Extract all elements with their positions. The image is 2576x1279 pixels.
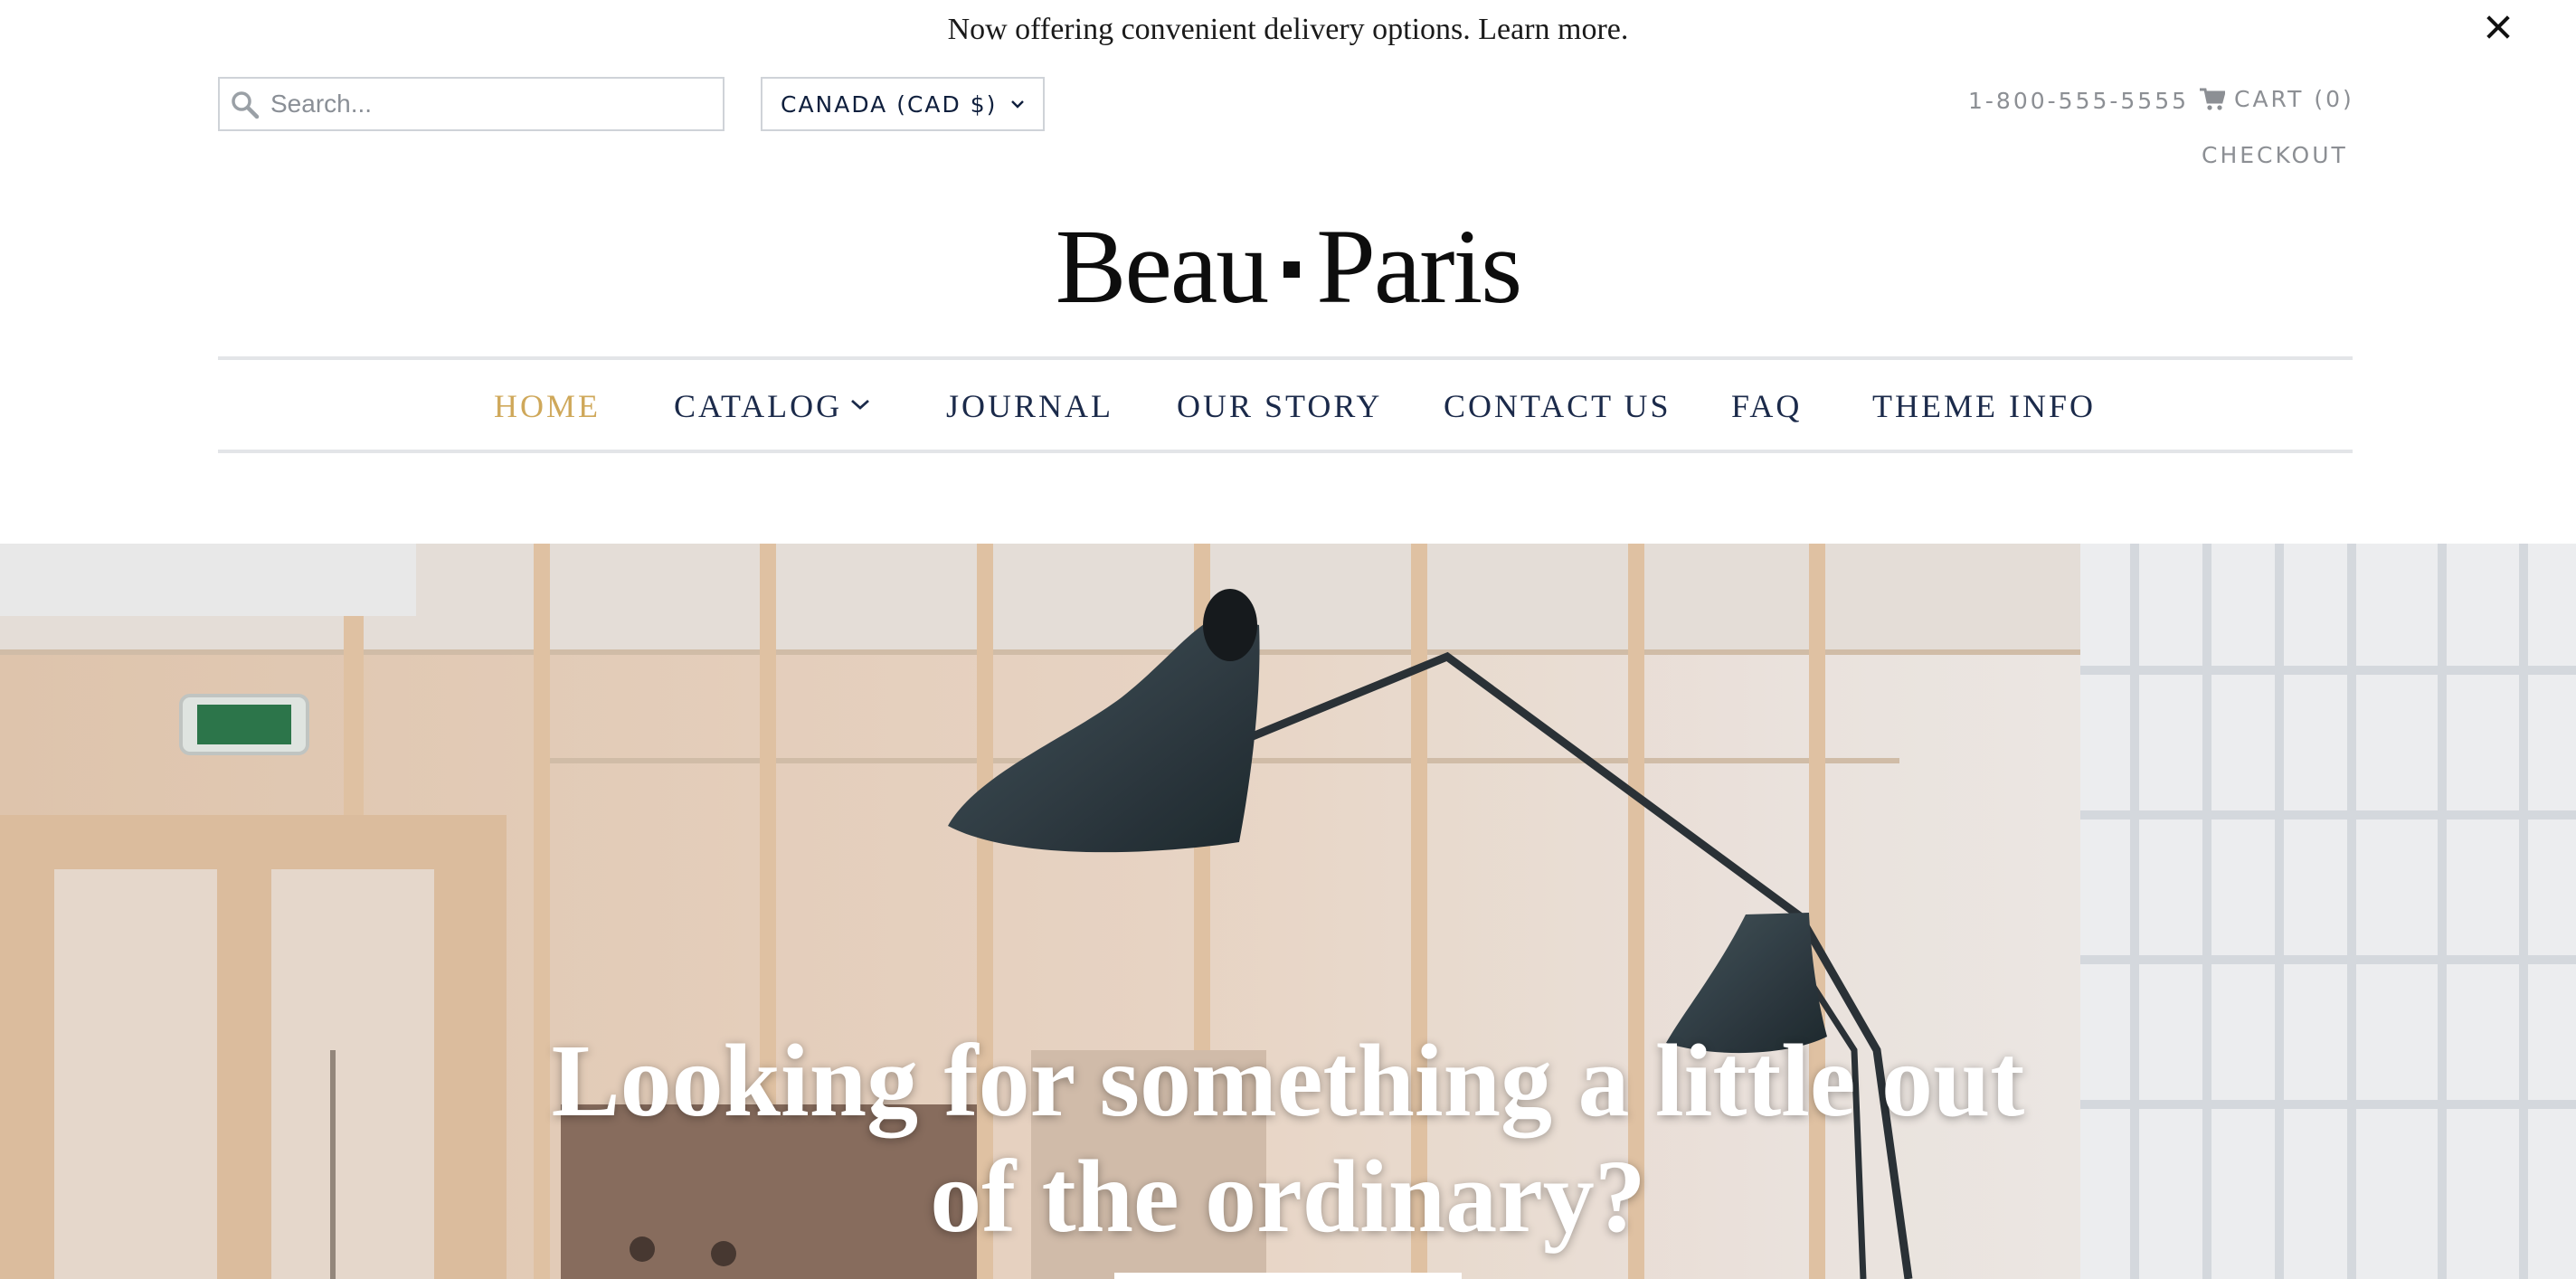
chevron-down-icon[interactable]: [850, 398, 870, 411]
nav-item-home[interactable]: HOME: [494, 387, 601, 425]
logo-word-right: Paris: [1316, 207, 1522, 326]
nav-item-contact-us[interactable]: CONTACT US: [1444, 387, 1671, 425]
hero-heading: Looking for something a little out of th…: [551, 1023, 2025, 1254]
nav-item-our-story[interactable]: OUR STORY: [1177, 387, 1382, 425]
currency-select[interactable]: CANADA (CAD $): [761, 77, 1045, 131]
search-box[interactable]: [218, 77, 724, 131]
cart-icon: [2200, 88, 2225, 110]
cart-label: CART (0): [2234, 86, 2354, 112]
search-icon: [220, 79, 270, 129]
cart-link[interactable]: CART (0): [2200, 86, 2354, 112]
site-logo[interactable]: Beau Paris: [0, 213, 2576, 320]
nav-item-theme-info[interactable]: THEME INFO: [1872, 387, 2096, 425]
currency-label: CANADA (CAD $): [781, 90, 998, 118]
nav-item-faq[interactable]: FAQ: [1731, 387, 1802, 425]
close-icon[interactable]: [2478, 7, 2518, 47]
logo-dot: [1283, 261, 1301, 278]
logo-word-left: Beau: [1055, 207, 1269, 326]
hero-cta-button[interactable]: [1114, 1273, 1462, 1279]
hero-banner: Looking for something a little out of th…: [0, 544, 2576, 1279]
nav-item-catalog[interactable]: CATALOG: [674, 387, 842, 425]
announcement-text[interactable]: Now offering convenient delivery options…: [0, 13, 2576, 47]
chevron-down-icon: [1011, 100, 1024, 109]
main-nav: HOME CATALOG JOURNAL OUR STORY CONTACT U…: [0, 360, 2576, 450]
search-input[interactable]: [270, 80, 723, 128]
nav-item-journal[interactable]: JOURNAL: [946, 387, 1113, 425]
announcement-bar: Now offering convenient delivery options…: [0, 0, 2576, 65]
nav-divider-bottom: [218, 450, 2353, 453]
phone-link[interactable]: 1-800-555-5555: [1968, 88, 2189, 114]
checkout-link[interactable]: CHECKOUT: [2202, 142, 2348, 168]
